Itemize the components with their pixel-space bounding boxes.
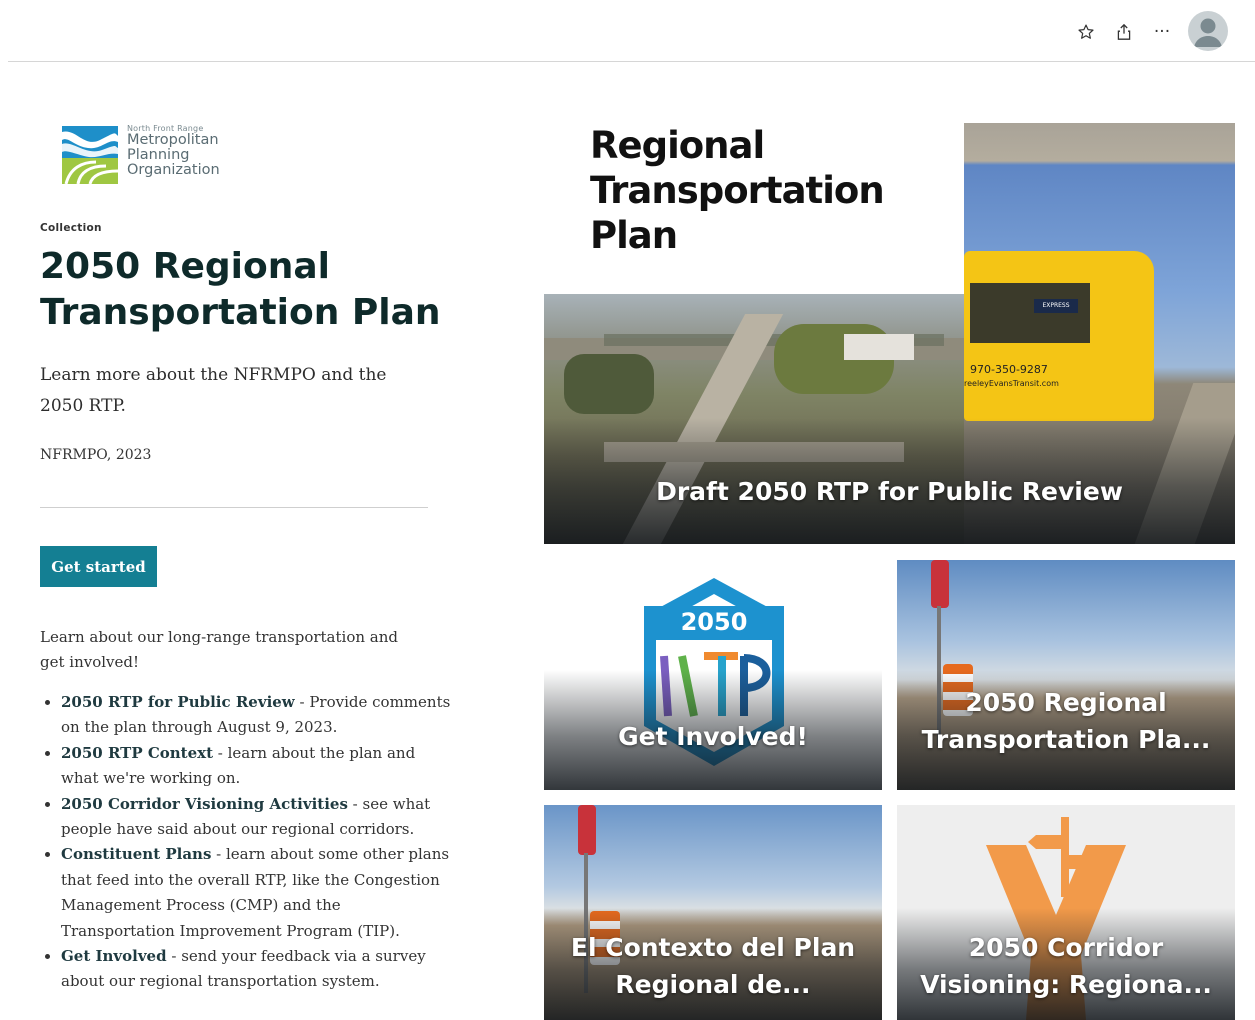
nfrmpo-logo: North Front Range Metropolitan Planning … — [62, 124, 232, 186]
share-icon[interactable] — [1110, 18, 1138, 46]
collection-links-list: 2050 RTP for Public Review - Provide com… — [40, 690, 456, 995]
card-draft-rtp[interactable]: EXPRESS 970-350-9287 reeleyEvansTransit.… — [544, 123, 1235, 544]
logo-wordmark: North Front Range Metropolitan Planning … — [127, 124, 220, 178]
link-corridor-visioning[interactable]: 2050 Corridor Visioning Activities — [61, 795, 348, 813]
card-corridor-visioning[interactable]: 2050 Corridor Visioning: Regiona... — [897, 805, 1235, 1020]
list-item: Get Involved - send your feedback via a … — [61, 944, 456, 995]
link-constituent-plans[interactable]: Constituent Plans — [61, 845, 211, 863]
link-rtp-context[interactable]: 2050 RTP Context — [61, 744, 213, 762]
link-rtp-public-review[interactable]: 2050 RTP for Public Review — [61, 693, 295, 711]
card-title: Get Involved! — [618, 722, 808, 751]
card-2050-regional-plan[interactable]: 2050 Regional Transportation Pla... — [897, 560, 1235, 790]
list-item: Constituent Plans - learn about some oth… — [61, 842, 456, 944]
stop-sign-icon — [578, 805, 596, 855]
card-title: 2050 Regional Transportation Pla... — [921, 688, 1211, 754]
collection-meta: NFRMPO, 2023 — [40, 447, 152, 463]
get-started-button[interactable]: Get started — [40, 546, 157, 587]
card-title: 2050 Corridor Visioning: Regiona... — [920, 933, 1212, 999]
page-title: 2050 Regional Transportation Plan — [40, 246, 441, 333]
stop-sign-icon — [931, 560, 949, 608]
card-el-contexto[interactable]: El Contexto del Plan Regional de... — [544, 805, 882, 1020]
list-item: 2050 RTP for Public Review - Provide com… — [61, 690, 456, 741]
card-get-involved[interactable]: 2050 Get Involved! — [544, 560, 882, 790]
list-item: 2050 RTP Context - learn about the plan … — [61, 741, 456, 792]
section-divider — [40, 507, 428, 508]
link-get-involved[interactable]: Get Involved — [61, 947, 167, 965]
card-title: Draft 2050 RTP for Public Review — [656, 477, 1123, 506]
header-divider — [8, 61, 1255, 62]
hero-heading: Regional Transportation Plan — [590, 124, 885, 257]
user-avatar-icon[interactable] — [1188, 11, 1228, 51]
collection-eyebrow: Collection — [40, 222, 102, 234]
list-item: 2050 Corridor Visioning Activities - see… — [61, 792, 456, 843]
more-horizontal-icon[interactable]: ··· — [1148, 18, 1176, 46]
collection-intro: Learn about our long-range transportatio… — [40, 628, 398, 671]
top-bar: ··· — [0, 0, 1255, 62]
collection-summary: Learn more about the NFRMPO and the 2050… — [40, 365, 387, 416]
badge-year: 2050 — [680, 608, 748, 636]
star-icon[interactable] — [1072, 18, 1100, 46]
card-title: El Contexto del Plan Regional de... — [570, 933, 856, 999]
